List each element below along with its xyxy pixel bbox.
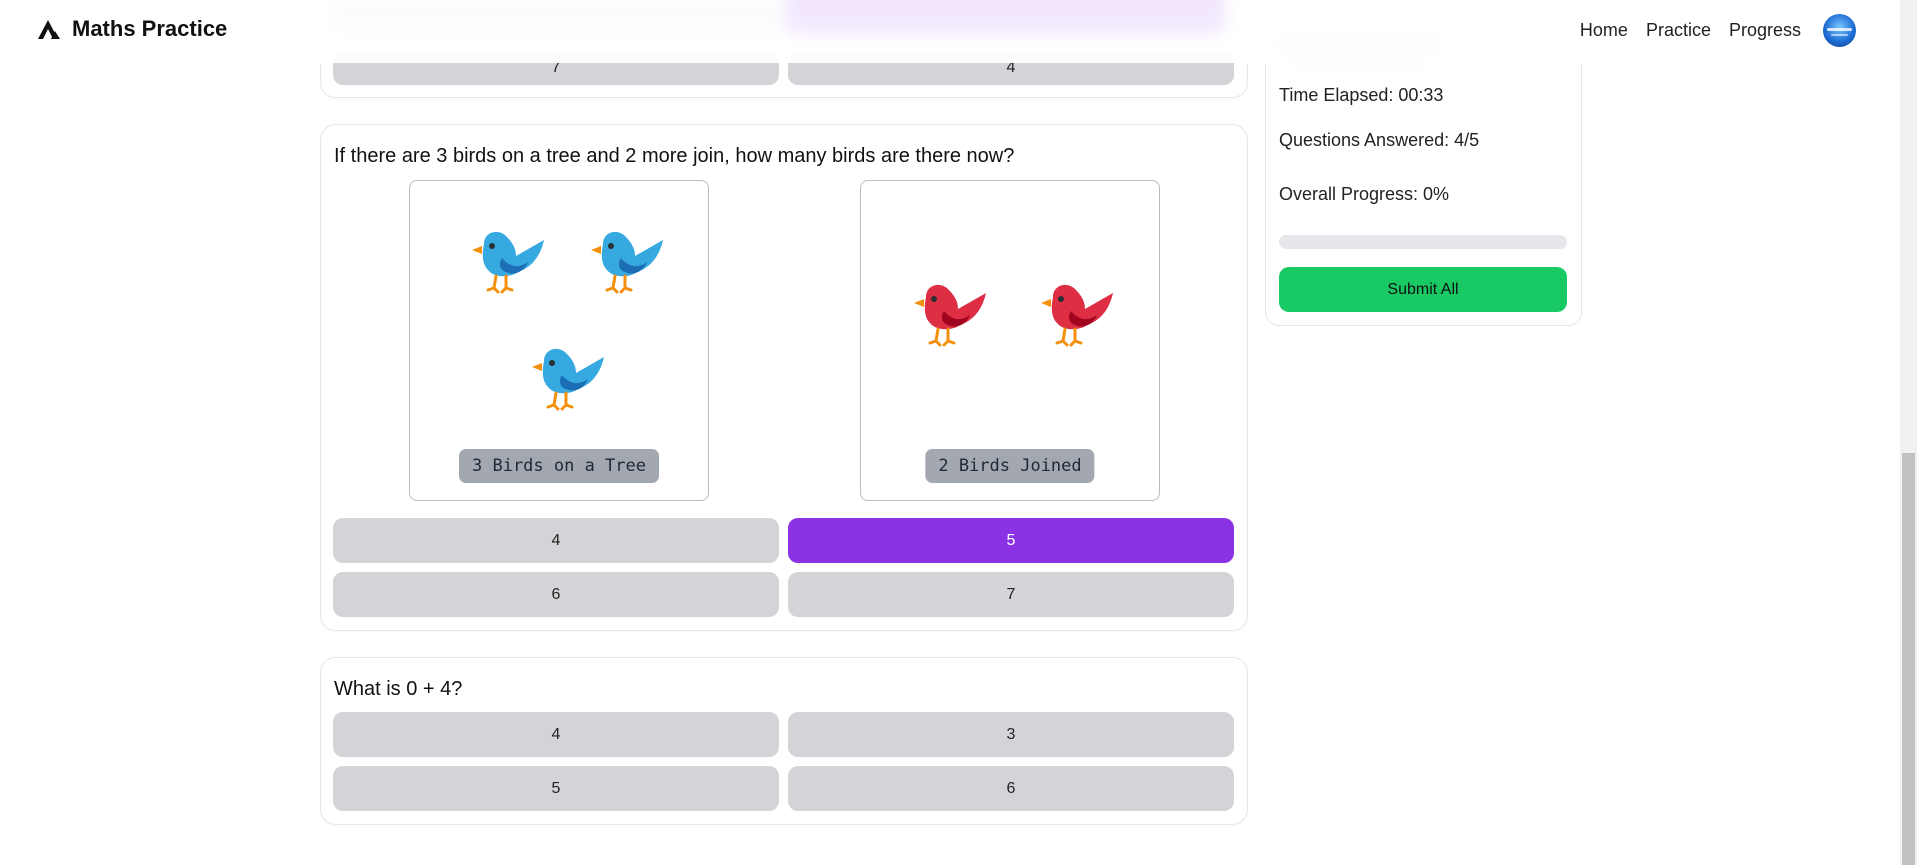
questions-answered: Questions Answered: 4/5 — [1279, 130, 1480, 150]
logo-icon — [38, 20, 60, 39]
user-avatar[interactable] — [1823, 14, 1856, 47]
answer-option[interactable]: 7 — [788, 572, 1234, 617]
question-card-addition: What is 0 + 4? 4 3 5 6 — [320, 657, 1248, 825]
answer-option[interactable]: 4 — [333, 712, 779, 757]
answer-option[interactable]: 4 — [333, 518, 779, 563]
red-bird-icon — [1023, 269, 1115, 349]
answer-option[interactable]: 5 — [333, 766, 779, 811]
brand[interactable]: Maths Practice — [36, 16, 227, 42]
picture-card-birds-on-tree: 3 Birds on a Tree — [409, 180, 709, 501]
nav-progress-link[interactable]: Progress — [1729, 20, 1801, 41]
overall-progress: Overall Progress: 0% — [1279, 184, 1450, 204]
nav-home-link[interactable]: Home — [1580, 20, 1628, 41]
time-elapsed: Time Elapsed: 00:33 — [1279, 85, 1444, 105]
question-text: What is 0 + 4? — [334, 678, 463, 700]
answer-option[interactable]: 3 — [788, 712, 1234, 757]
scrollbar-thumb[interactable] — [1902, 453, 1915, 865]
answer-option[interactable]: 6 — [333, 572, 779, 617]
picture-label: 3 Birds on a Tree — [459, 449, 659, 483]
picture-label: 2 Birds Joined — [925, 449, 1095, 483]
page: Maths Practice Home Practice Progress 7 … — [0, 0, 1917, 865]
top-nav-bar: Maths Practice Home Practice Progress — [0, 0, 1900, 63]
question-text: If there are 3 birds on a tree and 2 mor… — [334, 145, 1015, 167]
app-title: Maths Practice — [72, 16, 228, 41]
answer-option[interactable]: 6 — [788, 766, 1234, 811]
submit-all-button[interactable]: Submit All — [1279, 267, 1567, 312]
picture-card-birds-joined: 2 Birds Joined — [860, 180, 1160, 501]
answer-option-selected[interactable]: 5 — [788, 518, 1234, 563]
progress-panel: Time Elapsed: 00:33 Questions Answered: … — [1265, 30, 1582, 326]
progress-bar — [1279, 235, 1567, 249]
blue-bird-icon — [454, 216, 546, 296]
question-card-birds: If there are 3 birds on a tree and 2 mor… — [320, 124, 1248, 631]
main-nav: Home Practice Progress — [1580, 14, 1856, 47]
scrollbar[interactable] — [1900, 0, 1917, 865]
nav-practice-link[interactable]: Practice — [1646, 20, 1711, 41]
red-bird-icon — [896, 269, 988, 349]
blue-bird-icon — [573, 216, 665, 296]
blue-bird-icon — [514, 333, 606, 413]
